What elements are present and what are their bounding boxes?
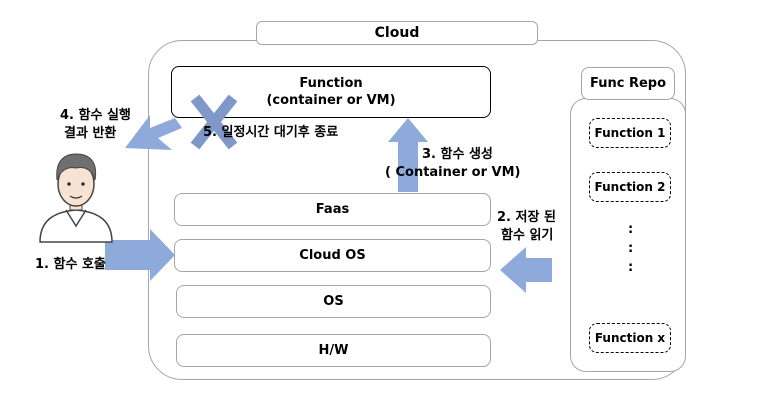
person-icon xyxy=(39,153,113,243)
step5-label: 5. 일정시간 대기후 종료 xyxy=(203,125,339,140)
step2-label-line2: 함수 읽기 xyxy=(501,228,554,243)
step2-label-line1: 2. 저장 된 xyxy=(497,210,556,225)
step4-label-line2: 결과 반환 xyxy=(64,126,117,141)
step4-label-line1: 4. 함수 실행 xyxy=(60,108,131,123)
step3-label-line1: 3. 함수 생성 xyxy=(422,147,493,162)
step3-label-line2: ( Container or VM) xyxy=(385,165,521,180)
step1-label: 1. 함수 호출 xyxy=(35,257,106,272)
